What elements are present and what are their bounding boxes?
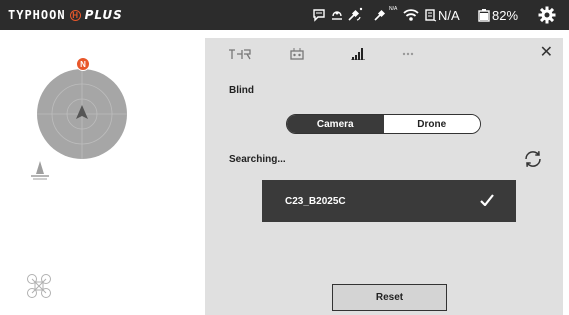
searching-label: Searching... xyxy=(229,154,286,165)
controller-icon xyxy=(290,48,304,60)
tab-more[interactable] xyxy=(401,46,415,62)
gps-text: N/A xyxy=(438,7,460,23)
camera-angle-icon xyxy=(330,6,344,24)
more-dots-icon xyxy=(402,52,414,56)
tab-controller[interactable] xyxy=(289,46,305,62)
refresh-icon[interactable] xyxy=(523,149,543,169)
message-icon xyxy=(312,6,326,24)
brand-right-text: PLUS xyxy=(84,8,123,22)
section-title: Blind xyxy=(229,85,254,96)
settings-tabs: ✕ xyxy=(205,38,563,70)
brand-logo: TYPHOON H PLUS xyxy=(8,8,123,22)
compass xyxy=(36,68,128,160)
signal-bars-icon xyxy=(351,48,365,60)
segment-drone[interactable]: Drone xyxy=(383,115,480,133)
wifi-icon xyxy=(403,6,419,24)
brand-h-mark: H xyxy=(69,9,81,21)
checkmark-icon xyxy=(480,194,494,206)
gps-icon: N/A xyxy=(373,6,397,24)
device-name: C23_B2025C xyxy=(285,195,346,207)
altitude-marker-icon xyxy=(29,160,51,185)
north-marker: N xyxy=(76,57,90,71)
settings-panel: ✕ Blind Camera Drone Searching... C23_B2… xyxy=(205,38,563,315)
tab-signal[interactable] xyxy=(350,46,366,62)
battery-icon xyxy=(477,6,491,24)
brand-left-text: TYPHOON xyxy=(8,8,66,22)
close-icon[interactable]: ✕ xyxy=(540,45,553,61)
tab-flight-settings[interactable] xyxy=(227,46,253,62)
segment-camera[interactable]: Camera xyxy=(287,115,384,133)
drone-icon[interactable] xyxy=(26,273,52,304)
camera-drone-toggle: Camera Drone xyxy=(286,114,481,134)
signal-icon xyxy=(425,6,437,24)
north-label: N xyxy=(80,59,86,69)
satellite-icon xyxy=(346,6,364,24)
map-area: N xyxy=(0,30,205,315)
gps-value-small: N/A xyxy=(389,6,398,12)
battery-text: 82% xyxy=(492,7,519,23)
flight-settings-icon xyxy=(229,49,251,60)
device-list-item[interactable]: C23_B2025C xyxy=(262,180,516,222)
settings-gear-icon[interactable] xyxy=(538,6,556,24)
reset-button[interactable]: Reset xyxy=(332,284,447,311)
top-status-bar: TYPHOON H PLUS N/A N/A 82% xyxy=(0,0,569,30)
